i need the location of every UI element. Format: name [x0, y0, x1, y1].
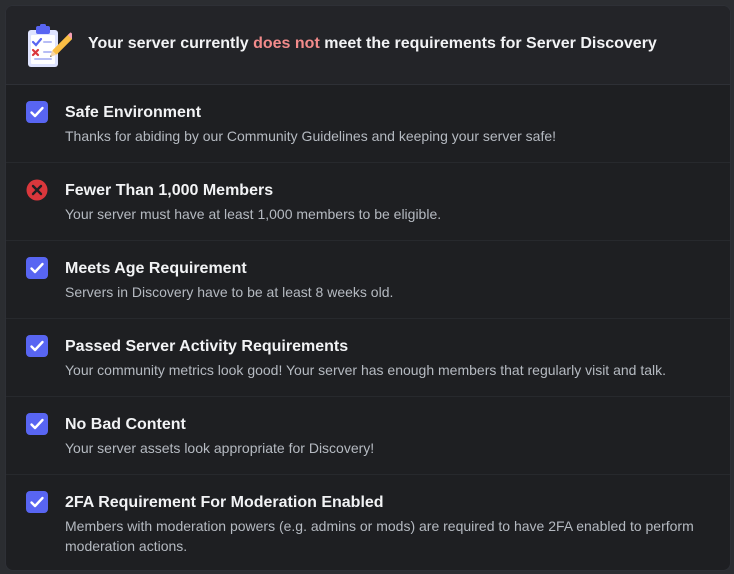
- checkbox-checked-icon: [26, 101, 48, 123]
- requirement-item-age: Meets Age Requirement Servers in Discove…: [6, 241, 730, 319]
- requirements-header: Your server currently does not meet the …: [6, 6, 730, 85]
- discovery-requirements-card: Your server currently does not meet the …: [5, 5, 731, 571]
- requirement-description: Thanks for abiding by our Community Guid…: [65, 128, 557, 144]
- title-prefix: Your server currently: [88, 35, 254, 52]
- requirement-description: Members with moderation powers (e.g. adm…: [65, 518, 694, 554]
- clipboard-checklist-icon: [28, 24, 72, 67]
- requirement-item-activity: Passed Server Activity Requirements Your…: [6, 319, 730, 397]
- requirement-description: Your server assets look appropriate for …: [65, 440, 375, 456]
- requirement-item-content: No Bad Content Your server assets look a…: [6, 397, 730, 475]
- requirement-description: Your server must have at least 1,000 mem…: [65, 206, 442, 222]
- requirement-item-member-count: Fewer Than 1,000 Members Your server mus…: [6, 163, 730, 241]
- requirement-item-2fa: 2FA Requirement For Moderation Enabled M…: [6, 475, 730, 565]
- requirement-title: Passed Server Activity Requirements: [65, 338, 349, 355]
- checkbox-checked-icon: [26, 491, 48, 513]
- requirement-title: 2FA Requirement For Moderation Enabled: [65, 494, 384, 511]
- requirement-title: Meets Age Requirement: [65, 260, 247, 277]
- checkbox-checked-icon: [26, 413, 48, 435]
- requirement-title: Safe Environment: [65, 104, 202, 121]
- requirement-item-safe-environment: Safe Environment Thanks for abiding by o…: [6, 85, 730, 163]
- requirements-list: Safe Environment Thanks for abiding by o…: [6, 85, 730, 565]
- requirement-title: Fewer Than 1,000 Members: [65, 182, 274, 199]
- checkbox-checked-icon: [26, 335, 48, 357]
- requirement-description: Your community metrics look good! Your s…: [65, 362, 667, 378]
- title-suffix: meet the requirements for Server Discove…: [319, 35, 657, 52]
- checkbox-checked-icon: [26, 257, 48, 279]
- requirement-title: No Bad Content: [65, 416, 186, 433]
- requirement-description: Servers in Discovery have to be at least…: [65, 284, 394, 300]
- title-highlight: does not: [253, 35, 320, 52]
- requirements-status-title: Your server currently does not meet the …: [88, 35, 657, 53]
- error-x-icon: [26, 179, 48, 201]
